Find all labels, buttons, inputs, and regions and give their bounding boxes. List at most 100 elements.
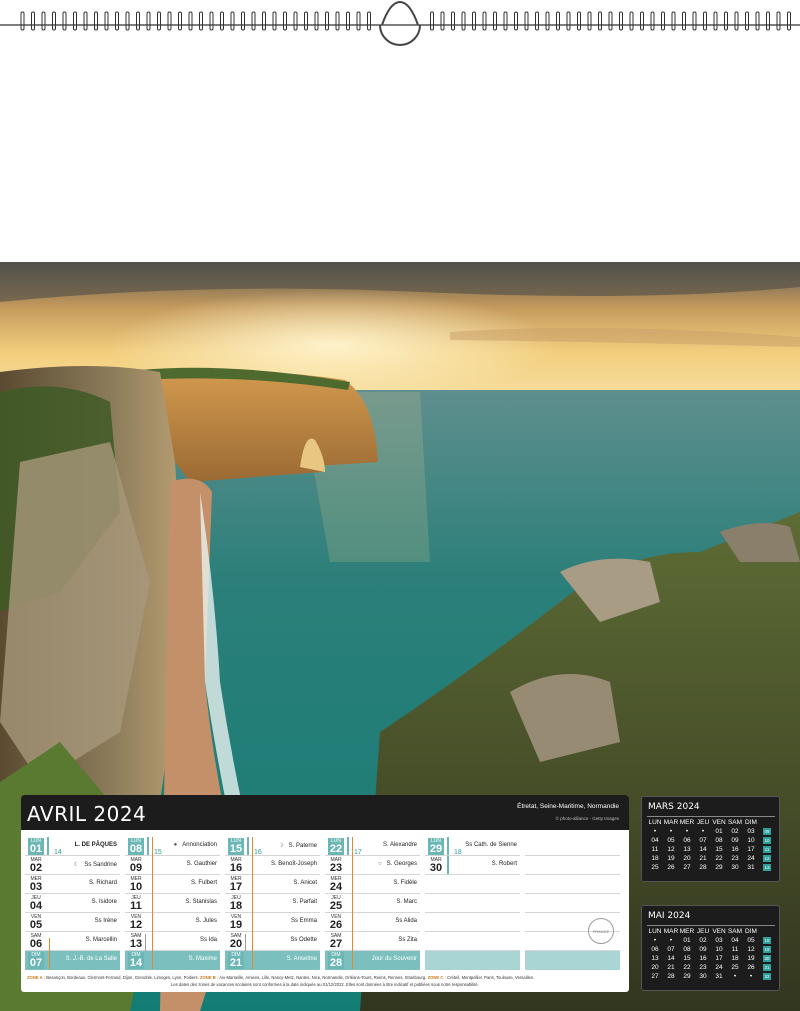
mini-weekday-header: LUN bbox=[648, 928, 662, 935]
saint-name-text: Ss Zita bbox=[398, 937, 417, 943]
binding-loop bbox=[41, 11, 46, 31]
mini-day-cell: 27 bbox=[683, 864, 691, 871]
day-row: VEN 19 Ss Emma bbox=[225, 913, 320, 932]
empty-day-row bbox=[525, 951, 620, 970]
day-row: LUN 22 S. Alexandre bbox=[325, 837, 420, 856]
day-row: MER 17 S. Anicet bbox=[225, 875, 320, 894]
binding-loop bbox=[556, 11, 560, 31]
mini-calendar-grid: LUN MAR MER JEU VEN SAM DIM • • 01 02 03 04 05 18 06 07 0… bbox=[647, 927, 775, 981]
mini-weekday-headers: LUN MAR MER JEU VEN SAM DIM bbox=[647, 818, 775, 827]
day-date-box: LUN 22 bbox=[328, 838, 344, 855]
mini-day-cell: 01 bbox=[715, 828, 723, 835]
saint-name: S. Marc bbox=[396, 899, 417, 905]
mini-week-row: 20 21 22 23 24 25 26 21 bbox=[647, 963, 775, 972]
mini-week-row: 25 26 27 28 29 30 31 13 bbox=[647, 863, 775, 872]
saint-name: Ss Zita bbox=[398, 937, 417, 943]
day-row: SAM 06 S. Marcellin bbox=[25, 932, 120, 951]
mini-week-number-badge: 10 bbox=[763, 837, 771, 844]
day-number: 07 bbox=[29, 957, 43, 969]
empty-day-row bbox=[425, 951, 520, 970]
day-number: 18 bbox=[229, 900, 243, 912]
mini-day-cell: • bbox=[653, 828, 657, 835]
binding-loop bbox=[661, 11, 665, 31]
mini-calendar-mars: MARS 2024 LUN MAR MER JEU VEN SAM DIM • • • • 01 02 03… bbox=[641, 796, 780, 882]
mini-day-cell: 15 bbox=[715, 846, 723, 853]
binding-loop bbox=[493, 11, 497, 31]
saint-name: S. Jules bbox=[196, 918, 217, 924]
binding-loop bbox=[188, 11, 193, 31]
mini-weekday-headers: LUN MAR MER JEU VEN SAM DIM bbox=[647, 927, 775, 936]
day-row: MAR 09 S. Gauthier bbox=[125, 856, 220, 875]
moon-phase-icon: ○ bbox=[378, 861, 382, 867]
mini-week-row: 04 05 06 07 08 09 10 10 bbox=[647, 836, 775, 845]
day-number: 03 bbox=[29, 881, 43, 893]
zone-b-label: ZONE B : bbox=[199, 975, 219, 980]
saint-name-text: Ss Cath. de Sienne bbox=[465, 842, 517, 848]
mini-week-row: 11 12 13 14 15 16 17 11 bbox=[647, 845, 775, 854]
calendar-page: AVRIL 2024 Étretat, Seine-Maritime, Norm… bbox=[0, 0, 800, 1011]
mini-week-row: 13 14 15 16 17 18 19 20 bbox=[647, 954, 775, 963]
mini-day-cell: 09 bbox=[699, 946, 707, 953]
binding-loop bbox=[619, 11, 623, 31]
day-number: 04 bbox=[29, 900, 43, 912]
holiday-zone-bar bbox=[245, 934, 246, 951]
zone-c-label: ZONE C : bbox=[427, 975, 446, 980]
saint-name: S. Isidore bbox=[92, 899, 117, 905]
mini-day-cell: 20 bbox=[683, 855, 691, 862]
saint-name: S. Alexandre bbox=[383, 842, 417, 848]
mini-day-cell: 04 bbox=[731, 937, 739, 944]
binding-loop bbox=[136, 11, 140, 31]
mini-weekday-header: JEU bbox=[696, 819, 710, 826]
mini-day-cell: 07 bbox=[667, 946, 675, 953]
mini-weekday-header: SAM bbox=[727, 819, 743, 826]
day-row: MAR 16 S. Benoît-Joseph bbox=[225, 856, 320, 875]
mini-day-cell: 26 bbox=[667, 864, 675, 871]
day-row: VEN 12 S. Jules bbox=[125, 913, 220, 932]
mini-day-cell: 08 bbox=[683, 946, 691, 953]
mini-day-cell: 20 bbox=[651, 964, 659, 971]
made-in-france-stamp: FRANCE bbox=[588, 918, 614, 944]
mini-day-cell: 03 bbox=[747, 828, 755, 835]
saint-name: Ss Irène bbox=[95, 918, 117, 924]
mini-day-cell: 12 bbox=[667, 846, 675, 853]
mini-day-cell: 29 bbox=[715, 864, 723, 871]
mini-day-cell: 03 bbox=[715, 937, 723, 944]
mini-calendar-mai: MAI 2024 LUN MAR MER JEU VEN SAM DIM • • 01 02 03 04 0… bbox=[641, 905, 780, 991]
mini-day-cell: • bbox=[669, 937, 673, 944]
week-column: 18 LUN 29 Ss Cath. de Sienne MAR 30 S. Robert bbox=[425, 837, 520, 971]
day-row: LUN 29 Ss Cath. de Sienne bbox=[425, 837, 520, 856]
saint-name-text: Ss Ida bbox=[199, 937, 217, 943]
week-column: 16 LUN 15 ☽ S. Paterne MAR 16 S. Benoît-Joseph M… bbox=[225, 837, 320, 971]
mini-day-cell: 05 bbox=[667, 837, 675, 844]
day-number: 16 bbox=[229, 862, 243, 874]
day-row: MAR 23 ○ S. Georges bbox=[325, 856, 420, 875]
spiral-binding bbox=[0, 0, 800, 48]
saint-name: S. Anselme bbox=[287, 956, 317, 962]
mini-day-cell: 30 bbox=[731, 864, 739, 871]
saint-name-text: S. Paterne bbox=[288, 843, 317, 849]
mini-week-number-badge: 19 bbox=[763, 946, 771, 953]
mini-day-cell: 04 bbox=[651, 837, 659, 844]
day-date-box: SAM 27 bbox=[328, 933, 344, 950]
binding-loop bbox=[125, 11, 130, 31]
day-number: 11 bbox=[130, 900, 142, 912]
mini-day-cell: 18 bbox=[651, 855, 659, 862]
binding-loop bbox=[692, 11, 697, 31]
binding-loop bbox=[146, 11, 151, 31]
binding-loop bbox=[545, 11, 550, 31]
mini-day-cell: 16 bbox=[731, 846, 739, 853]
binding-loop bbox=[62, 11, 67, 31]
saint-name-text: S. Anicet bbox=[293, 880, 317, 886]
holiday-zone-bar bbox=[252, 837, 253, 969]
day-number: 10 bbox=[129, 881, 143, 893]
saint-name-text: S. Benoît-Joseph bbox=[270, 861, 317, 867]
zone-a-label: ZONE A : bbox=[27, 975, 46, 980]
day-date-box: SAM 20 bbox=[228, 933, 244, 950]
day-number: 09 bbox=[129, 862, 143, 874]
mini-divider bbox=[647, 925, 775, 926]
mini-week-number-badge: 22 bbox=[763, 973, 771, 980]
binding-loop bbox=[461, 11, 466, 31]
day-row: MER 24 S. Fidèle bbox=[325, 875, 420, 894]
day-date-box: MAR 02 bbox=[28, 857, 44, 874]
mini-day-cell: 31 bbox=[747, 864, 755, 871]
